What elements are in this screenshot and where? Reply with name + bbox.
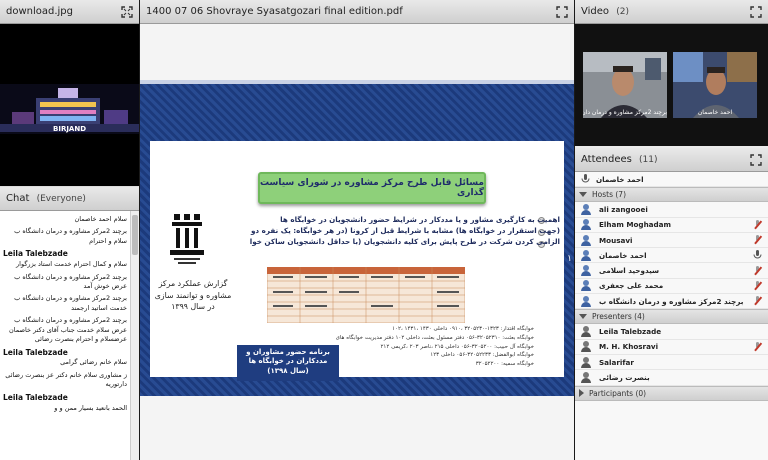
- mic-muted-icon: [753, 280, 762, 291]
- slide-green-title: مسائل قابل طرح مرکز مشاوره در شورای سیاس…: [258, 172, 486, 204]
- host-row[interactable]: سیدوحید اسلامی: [575, 263, 768, 279]
- slide-foreground: مسائل قابل طرح مرکز مشاوره در شورای سیاس…: [140, 80, 574, 396]
- attendees-count: (11): [639, 155, 658, 165]
- video-pod-header: Video (2): [575, 0, 768, 24]
- presenter-row[interactable]: بنصرت رضائی: [575, 370, 768, 386]
- chat-message: Leila Talebzade الحمد بانعید بسیار ممن و …: [3, 392, 127, 412]
- presenter-row[interactable]: Salarifar: [575, 355, 768, 371]
- participants-section-header[interactable]: Participants (0): [575, 385, 768, 401]
- chat-message: سلام احمد خاصمان: [74, 215, 127, 223]
- university-logo: [162, 212, 212, 270]
- presenter-icon: [581, 341, 591, 353]
- attendees-pod: Attendees (11) احمد خاصمان Hosts (7) ali…: [575, 148, 768, 460]
- host-row[interactable]: ali zangooei: [575, 202, 768, 218]
- chat-message: برچند 2مرکز مشاوره و درمان دانشگاه ب خدم…: [14, 294, 127, 312]
- share-pod: 1400 07 06 Shovraye Syasatgozari final e…: [140, 0, 574, 460]
- chat-message: Leila Talebzade سلام و کمال احترام خدمت ا…: [3, 249, 127, 269]
- presenter-icon: [581, 356, 591, 368]
- host-icon: [581, 265, 591, 277]
- camera-feed[interactable]: احمد خاصمان: [673, 52, 757, 118]
- chat-author: Leila Talebzade: [3, 347, 68, 357]
- fullscreen-icon[interactable]: [556, 5, 568, 18]
- collapse-arrow-icon: [579, 314, 587, 320]
- photo-caption: BIRJAND: [53, 125, 86, 133]
- chat-audience[interactable]: (Everyone): [37, 194, 86, 204]
- chat-title: Chat: [6, 193, 30, 204]
- image-pod-title: download.jpg: [6, 6, 74, 17]
- chat-messages: سلام احمد خاصمان برچند 2مرکز مشاوره و در…: [0, 211, 130, 460]
- mic-muted-icon: [753, 219, 762, 230]
- document-title: 1400 07 06 Shovraye Syasatgozari final e…: [146, 6, 403, 17]
- microphone-icon: [753, 250, 762, 260]
- video-count: (2): [616, 7, 629, 17]
- chat-message: ز مشاوری سلام خانم دکتر عز بنصرت رضائی د…: [5, 370, 127, 389]
- host-icon: [581, 234, 591, 246]
- mic-muted-icon: [753, 265, 762, 276]
- current-user-name: احمد خاصمان: [596, 174, 644, 184]
- camera-label: برچند 2مرکز مشاوره و درمان دان...: [583, 109, 667, 116]
- attendees-pod-header: Attendees (11): [575, 148, 768, 172]
- host-row[interactable]: Elham Moghadam: [575, 218, 768, 233]
- chat-message: برچند 2مرکز مشاوره و درمان دانشگاه ب سلام…: [14, 227, 127, 245]
- chat-scrollbar[interactable]: [130, 211, 139, 460]
- host-icon: [581, 295, 591, 307]
- hosts-section-header[interactable]: Hosts (7): [575, 187, 768, 203]
- host-row[interactable]: برچند 2مرکز مشاوره و درمان دانشگاه ب: [575, 294, 768, 310]
- current-user-row[interactable]: احمد خاصمان: [575, 172, 768, 188]
- video-cameras: برچند 2مرکز مشاوره و درمان دان... احمد خ…: [575, 24, 768, 146]
- image-pod-header: download.jpg: [0, 0, 139, 24]
- attendees-title: Attendees: [581, 154, 632, 165]
- camera-label: احمد خاصمان: [697, 109, 733, 116]
- right-column: Video (2) برچند 2مرکز مشاوره و درمان دان…: [575, 0, 768, 460]
- mic-muted-icon: [753, 235, 762, 245]
- report-caption: گزارش عملکرد مرکز مشاوره و توانمند سازی …: [154, 279, 232, 312]
- presenters-section-header[interactable]: Presenters (4): [575, 309, 768, 325]
- chat-pod-header: Chat (Everyone): [0, 187, 139, 211]
- attendee-list: احمد خاصمان Hosts (7) ali zangooei Elham…: [575, 172, 768, 460]
- collapse-arrow-icon: [579, 192, 587, 198]
- fullscreen-icon[interactable]: [121, 5, 133, 18]
- image-view: BIRJAND: [0, 24, 139, 186]
- chat-message: برچند 2مرکز مشاوره و درمان دانشگاه ب عرض…: [9, 316, 127, 344]
- presenter-row[interactable]: Leila Talebzade: [575, 324, 768, 340]
- presenter-icon: [581, 371, 591, 383]
- video-title: Video: [581, 6, 610, 17]
- share-pod-header: 1400 07 06 Shovraye Syasatgozari final e…: [140, 0, 574, 24]
- host-icon: [581, 280, 591, 292]
- host-row[interactable]: Mousavi: [575, 233, 768, 249]
- left-column: download.jpg BIRJAND Chat (Everyone) سلا…: [0, 0, 139, 460]
- mic-muted-icon: [753, 296, 762, 306]
- fullscreen-icon[interactable]: [750, 5, 762, 18]
- camera-feed[interactable]: برچند 2مرکز مشاوره و درمان دان...: [583, 52, 667, 118]
- slide-bullets: اهمیت به کارگیری مشاور و یا مددکار در شر…: [250, 215, 560, 247]
- host-row[interactable]: احمد خاصمان: [575, 248, 768, 264]
- image-pod: download.jpg BIRJAND: [0, 0, 139, 186]
- host-row[interactable]: محمد علی جعفری: [575, 279, 768, 295]
- chat-message: برچند 2مرکز مشاوره و درمان دانشگاه ب عرض…: [14, 272, 127, 290]
- chat-author: Leila Talebzade: [3, 249, 68, 259]
- microphone-icon: [581, 174, 590, 184]
- expand-arrow-icon: [579, 389, 584, 398]
- presenter-icon: [581, 326, 591, 338]
- video-pod: Video (2) برچند 2مرکز مشاوره و درمان دان…: [575, 0, 768, 146]
- birjand-night-photo: BIRJAND: [0, 24, 139, 186]
- chat-message: Leila Talebzade سلام خانم رضائی گرامی: [3, 347, 127, 367]
- chat-scroll-thumb[interactable]: [132, 215, 138, 255]
- presenter-row[interactable]: M. H. Khosravi: [575, 340, 768, 355]
- host-icon: [581, 249, 591, 261]
- chat-pod: Chat (Everyone) سلام احمد خاصمان برچند 2…: [0, 187, 139, 460]
- chat-author: Leila Talebzade: [3, 392, 68, 402]
- mic-muted-icon: [753, 341, 762, 352]
- dormitory-contacts: خوابگاه اقتدار: ۱۳۲۳-۳۲۰۵۲۳۰ ،۰۹۱۰ داخلی…: [336, 326, 534, 368]
- document-stage[interactable]: ۱ مسائل قابل طرح مرکز مشاوره در شورای سی…: [140, 24, 574, 460]
- schedule-table: [266, 266, 466, 324]
- dormitory-program-box: برنامه حضور مشاوران و مددکاران در خوابگا…: [237, 345, 339, 381]
- host-icon: [581, 219, 591, 231]
- host-icon: [581, 203, 591, 215]
- fullscreen-icon[interactable]: [750, 153, 762, 166]
